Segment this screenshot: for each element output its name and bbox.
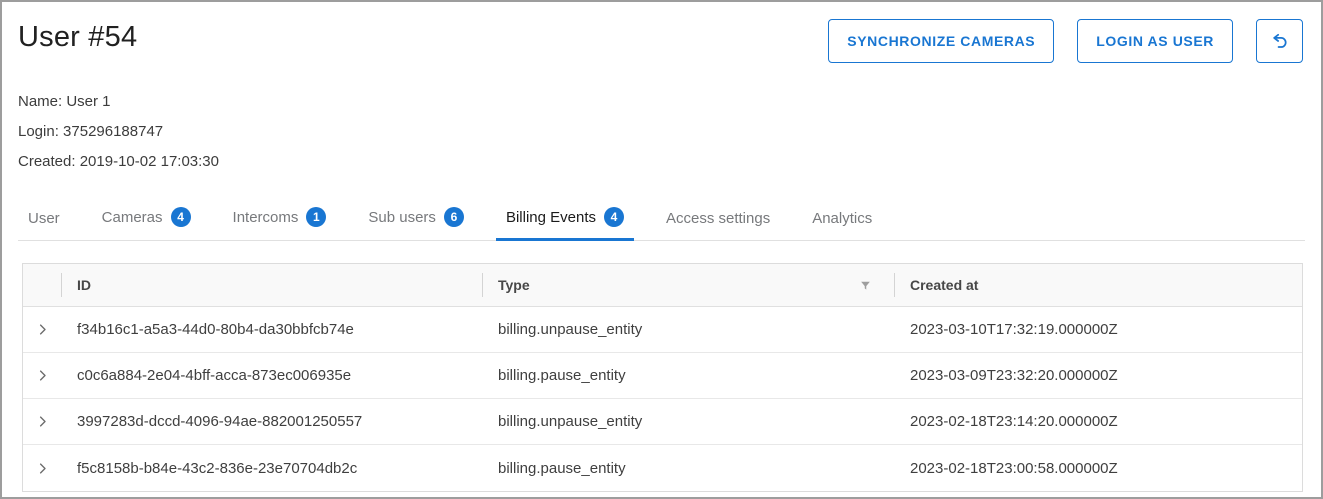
header-actions: SYNCHRONIZE CAMERAS LOGIN AS USER — [828, 19, 1303, 63]
page-title: User #54 — [18, 19, 137, 54]
tab-label: Access settings — [666, 210, 770, 227]
tab-label: Analytics — [812, 210, 872, 227]
login-as-user-button[interactable]: LOGIN AS USER — [1077, 19, 1233, 63]
tab-label: Billing Events — [506, 209, 596, 226]
tab-cameras[interactable]: Cameras 4 — [92, 199, 201, 241]
cell-type: billing.pause_entity — [482, 353, 894, 398]
tab-user[interactable]: User — [18, 202, 70, 241]
tab-count-badge: 4 — [171, 207, 191, 227]
table-header-row: ID Type Created at — [23, 264, 1302, 307]
synchronize-cameras-button[interactable]: SYNCHRONIZE CAMERAS — [828, 19, 1054, 63]
user-created-line: Created: 2019-10-02 17:03:30 — [18, 147, 1305, 177]
page-header: User #54 SYNCHRONIZE CAMERAS LOGIN AS US… — [2, 2, 1321, 63]
tab-label: Intercoms — [233, 209, 299, 226]
cell-type: billing.unpause_entity — [482, 399, 894, 444]
table-row[interactable]: c0c6a884-2e04-4bff-acca-873ec006935e bil… — [23, 353, 1302, 399]
cell-created-at: 2023-03-10T17:32:19.000000Z — [894, 307, 1302, 352]
cell-type: billing.pause_entity — [482, 445, 894, 491]
expand-chevron-icon[interactable] — [23, 353, 61, 398]
user-name-line: Name: User 1 — [18, 87, 1305, 117]
expand-column-header — [23, 264, 61, 306]
billing-events-table: ID Type Created at f34b16c1-a5a3-44d0-80… — [22, 263, 1303, 492]
tab-bar: User Cameras 4 Intercoms 1 Sub users 6 B… — [18, 199, 1305, 241]
tab-billing-events[interactable]: Billing Events 4 — [496, 199, 634, 241]
cell-id: f5c8158b-b84e-43c2-836e-23e70704db2c — [61, 445, 482, 491]
tab-sub-users[interactable]: Sub users 6 — [358, 199, 474, 241]
table-row[interactable]: f5c8158b-b84e-43c2-836e-23e70704db2c bil… — [23, 445, 1302, 491]
user-info-block: Name: User 1 Login: 375296188747 Created… — [2, 63, 1321, 177]
cell-id: f34b16c1-a5a3-44d0-80b4-da30bbfcb74e — [61, 307, 482, 352]
back-button[interactable] — [1256, 19, 1303, 63]
cell-id: 3997283d-dccd-4096-94ae-882001250557 — [61, 399, 482, 444]
expand-chevron-icon[interactable] — [23, 307, 61, 352]
cell-type: billing.unpause_entity — [482, 307, 894, 352]
tab-access-settings[interactable]: Access settings — [656, 202, 780, 241]
tab-label: Cameras — [102, 209, 163, 226]
tab-label: Sub users — [368, 209, 436, 226]
cell-created-at: 2023-02-18T23:14:20.000000Z — [894, 399, 1302, 444]
tab-count-badge: 4 — [604, 207, 624, 227]
tab-count-badge: 6 — [444, 207, 464, 227]
tab-intercoms[interactable]: Intercoms 1 — [223, 199, 337, 241]
created-at-column-header: Created at — [894, 264, 1302, 306]
cell-id: c0c6a884-2e04-4bff-acca-873ec006935e — [61, 353, 482, 398]
tab-label: User — [28, 210, 60, 227]
expand-chevron-icon[interactable] — [23, 399, 61, 444]
table-row[interactable]: f34b16c1-a5a3-44d0-80b4-da30bbfcb74e bil… — [23, 307, 1302, 353]
id-column-header: ID — [61, 264, 482, 306]
user-detail-page: User #54 SYNCHRONIZE CAMERAS LOGIN AS US… — [0, 0, 1323, 499]
type-column-header: Type — [482, 264, 894, 306]
undo-arrow-icon — [1269, 30, 1291, 52]
tab-count-badge: 1 — [306, 207, 326, 227]
expand-chevron-icon[interactable] — [23, 445, 61, 491]
user-login-line: Login: 375296188747 — [18, 117, 1305, 147]
cell-created-at: 2023-03-09T23:32:20.000000Z — [894, 353, 1302, 398]
tab-analytics[interactable]: Analytics — [802, 202, 882, 241]
filter-icon[interactable] — [859, 279, 872, 292]
cell-created-at: 2023-02-18T23:00:58.000000Z — [894, 445, 1302, 491]
table-row[interactable]: 3997283d-dccd-4096-94ae-882001250557 bil… — [23, 399, 1302, 445]
